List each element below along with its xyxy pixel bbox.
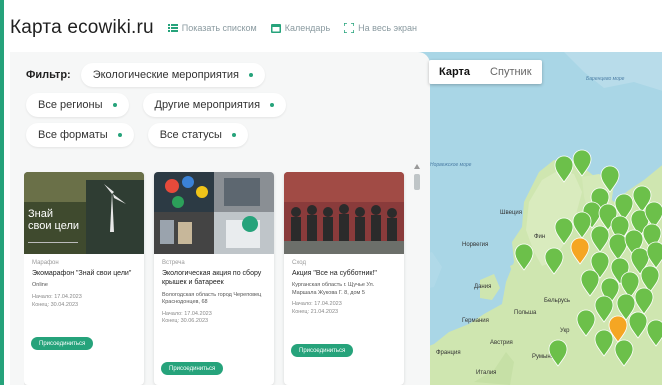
list-icon [167,24,178,32]
page: Карта ecowiki.ru Показать списком Календ… [0,0,662,385]
map-marker-icon[interactable] [614,339,634,367]
event-image: Знай свои цели [24,172,144,254]
event-end-date: Конец: 30.04.2023 [32,301,79,308]
event-type: Встреча [162,260,185,266]
event-start-date: Начало: 17.04.2023 [162,310,212,317]
event-type: Сход [292,260,306,266]
map-marker-icon[interactable] [634,287,654,315]
dropdown-dot-icon [117,133,122,137]
map-marker-icon[interactable] [554,217,574,245]
join-button[interactable]: Присоединиться [31,337,94,350]
map-marker-icon[interactable] [608,233,628,261]
event-start-date: Начало: 17.04.2023 [292,301,342,308]
scroll-thumb[interactable] [414,174,420,190]
other-events-select-value: Другие мероприятия [154,99,261,111]
calendar-label: Календарь [284,23,331,33]
map-marker-icon[interactable] [594,295,614,323]
event-title: Акция "Все на субботник!" [292,270,377,277]
region-select[interactable]: Все регионы [26,93,129,117]
map-marker-icon[interactable] [554,155,574,183]
map-marker-icon[interactable] [590,225,610,253]
scroll-up-icon[interactable] [414,164,420,169]
map-marker-icon[interactable] [600,165,620,193]
event-title: Экомарафон "Знай свои цели" [32,270,132,277]
cards-scrollbar[interactable] [412,164,422,385]
calendar-link[interactable]: Календарь [270,23,331,33]
dropdown-dot-icon [112,103,117,107]
calendar-icon [270,24,281,33]
tab-map[interactable]: Карта [429,60,480,84]
fullscreen-label: На весь экран [358,23,418,33]
dropdown-dot-icon [270,103,275,107]
event-title: Экологическая акция по сбору крышек и ба… [162,270,262,287]
event-card[interactable]: Встреча Экологическая акция по сбору кры… [154,172,274,385]
page-title: Карта ecowiki.ru [10,17,154,38]
dropdown-dot-icon [231,133,236,137]
status-select[interactable]: Все статусы [147,123,248,147]
map-marker-icon[interactable] [548,339,568,367]
map-marker-icon[interactable] [628,311,648,339]
event-image-text: свои цели [28,220,80,232]
event-card[interactable]: Сход Акция "Все на субботник!" Курганска… [284,172,404,385]
event-place: Вологодская область город Череповец Крас… [162,291,262,306]
event-cards: Знай свои цели Марафон Экомарафон "Знай … [24,172,414,385]
join-button[interactable]: Присоединиться [161,362,224,375]
filter-panel: Фильтр: Экологические мероприятия Все ре… [10,52,430,385]
map-marker-icon[interactable] [594,329,614,357]
filter-label: Фильтр: [26,69,71,81]
join-button[interactable]: Присоединиться [291,344,354,357]
event-start-date: Начало: 17.04.2023 [32,293,82,300]
header: Карта ecowiki.ru Показать списком Календ… [10,14,417,42]
fullscreen-link[interactable]: На весь экран [344,23,417,33]
fullscreen-icon [344,23,355,33]
region-select-value: Все регионы [38,99,103,111]
filter-row-1: Фильтр: Экологические мероприятия [26,63,265,87]
map-marker-icon[interactable] [646,319,662,347]
event-card[interactable]: Знай свои цели Марафон Экомарафон "Знай … [24,172,144,385]
map-marker-icon[interactable] [570,237,590,265]
category-select[interactable]: Экологические мероприятия [80,63,265,87]
category-select-value: Экологические мероприятия [92,69,239,81]
map-marker-icon[interactable] [544,247,564,275]
map-type-tabs: Карта Спутник [429,60,542,84]
status-select-value: Все статусы [159,129,222,141]
other-events-select[interactable]: Другие мероприятия [142,93,287,117]
show-list-label: Показать списком [181,23,257,33]
event-image-text: Знай [28,208,53,220]
event-image [154,172,274,254]
filter-row-2: Все регионы Другие мероприятия [26,93,287,117]
show-list-link[interactable]: Показать списком [167,23,257,33]
map-marker-icon[interactable] [514,243,534,271]
map-marker-icon[interactable] [580,269,600,297]
format-select-value: Все форматы [38,129,108,141]
event-type: Марафон [32,260,59,266]
dropdown-dot-icon [248,73,253,77]
event-place: Курганская область г. Щучье Ул. Маршала … [292,282,375,296]
event-image [284,172,404,254]
map-marker-icon[interactable] [572,211,592,239]
tab-satellite[interactable]: Спутник [480,60,541,84]
map-marker-icon[interactable] [576,309,596,337]
event-place: Online [32,282,48,289]
event-end-date: Конец: 21.04.2023 [292,308,339,315]
filter-row-3: Все форматы Все статусы [26,123,248,147]
map-marker-icon[interactable] [646,241,662,269]
map-marker-icon[interactable] [572,149,592,177]
event-end-date: Конец: 30.06.2023 [162,318,209,325]
format-select[interactable]: Все форматы [26,123,134,147]
map[interactable]: Баренцево море Норвежское море Швеция Фи… [414,52,662,385]
